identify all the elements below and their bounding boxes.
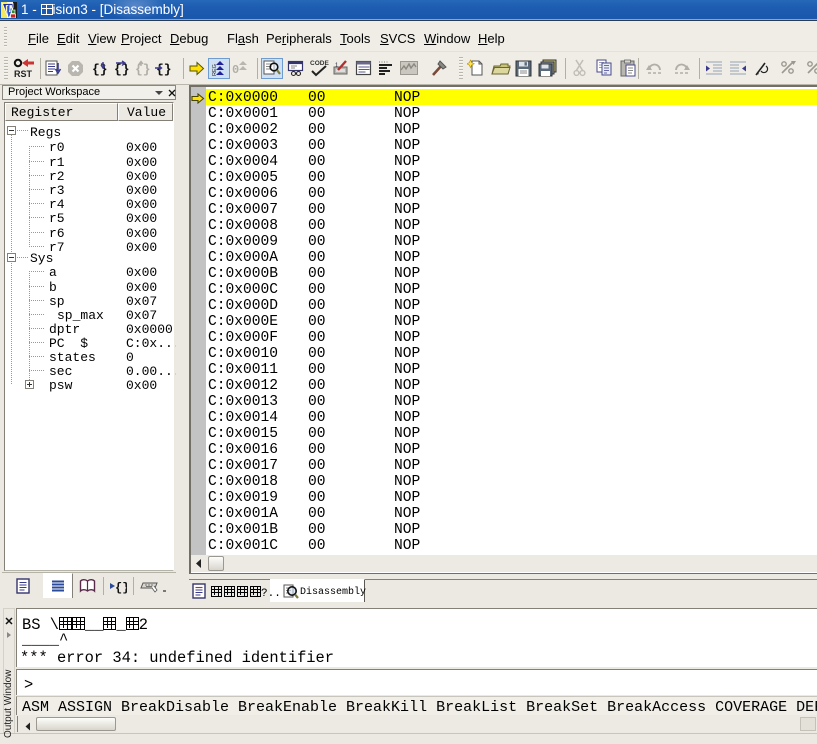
svg-text:{}: {} <box>156 62 172 77</box>
svg-text:CODE: CODE <box>310 60 329 67</box>
svg-text:{}: {} <box>92 62 108 77</box>
svg-text:0: 0 <box>232 63 239 77</box>
svg-text:{}: {} <box>135 62 151 77</box>
svg-text:RST: RST <box>14 69 33 78</box>
svg-text:{}: {} <box>115 581 127 594</box>
svg-text:{}: {} <box>114 62 130 77</box>
